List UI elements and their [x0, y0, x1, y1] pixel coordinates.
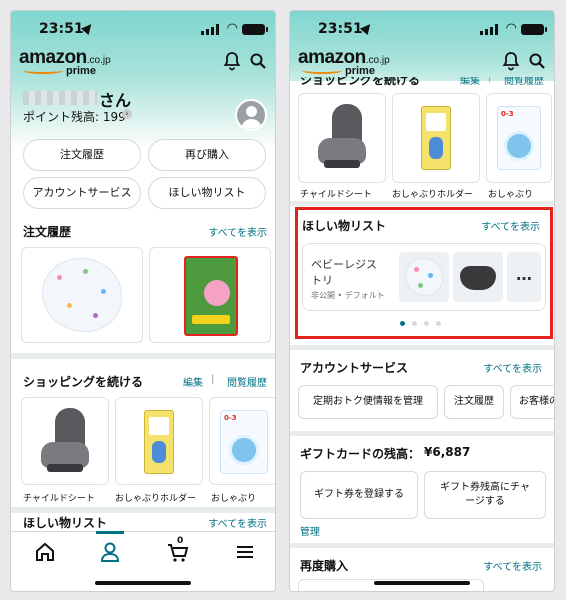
section-divider [290, 345, 554, 350]
game-case-image [184, 256, 238, 336]
shopping-title: ショッピングを続ける [300, 77, 421, 87]
order-item-card[interactable] [149, 247, 271, 343]
quick-button-wishlist[interactable]: ほしい物リスト [148, 177, 266, 209]
shopping-item-card[interactable] [21, 397, 109, 485]
search-icon[interactable] [249, 51, 267, 71]
shopping-history-link[interactable]: 閲覧履歴 [227, 374, 267, 389]
shopping-history-link[interactable]: 閲覧履歴 [504, 77, 544, 87]
quick-button-orders[interactable]: 注文履歴 [23, 139, 141, 171]
avatar[interactable] [235, 99, 267, 131]
amazon-logo[interactable]: amazon.co.jp prime [298, 47, 390, 77]
amazon-logo[interactable]: amazon.co.jp prime [19, 47, 111, 77]
app-bar: amazon.co.jp prime [11, 47, 275, 77]
shopping-item-card[interactable] [392, 93, 480, 183]
bell-icon[interactable] [502, 51, 520, 71]
account-see-all-link[interactable]: すべてを表示 [483, 360, 542, 375]
user-name-blur [23, 91, 97, 105]
pacifier-holder-image [144, 410, 174, 474]
shopping-separator: | [488, 77, 492, 83]
rebuy-title: 再度購入 [300, 559, 349, 573]
shopping-item-caption: おしゃぶり [211, 494, 257, 504]
home-icon[interactable] [33, 540, 57, 564]
wishlist-see-all-link[interactable]: すべてを表示 [208, 515, 267, 530]
highlight-frame [295, 207, 553, 339]
section-divider [290, 431, 554, 436]
shopping-separator: | [211, 374, 215, 385]
scrolled-title-clip: ショッピングを続ける 編集 | 閲覧履歴 [290, 77, 554, 89]
shopping-edit-link[interactable]: 編集 [183, 374, 203, 389]
wifi-icon: ◠ [505, 21, 517, 36]
account-chip-customer[interactable]: お客様の [510, 385, 554, 419]
pacifier-image: 0-3 [497, 106, 541, 170]
account-chip-orders[interactable]: 注文履歴 [444, 385, 504, 419]
shopping-item-caption: おしゃぶりホルダー [115, 494, 197, 504]
orders-see-all-link[interactable]: すべてを表示 [208, 224, 267, 239]
shopping-item-card[interactable] [298, 93, 386, 183]
active-tab-indicator [96, 531, 124, 534]
shopping-item-card[interactable]: 0-3 [209, 397, 275, 485]
status-bar: 23:51 ◠ [290, 19, 554, 39]
bottom-tab-bar: 0 [11, 531, 275, 591]
shopping-item-caption: おしゃぶりホルダー [392, 190, 474, 200]
status-time: 23:51 [318, 21, 363, 37]
shopping-item-card[interactable] [115, 397, 203, 485]
battery-icon [242, 24, 268, 35]
shopping-item-caption: チャイルドシート [300, 190, 372, 200]
section-divider [290, 201, 554, 206]
left-phone-screen: 23:51 ◠ amazon.co.jp prime さん ポイント残高: 19… [10, 10, 276, 592]
account-chip-subscribe[interactable]: 定期おトク便情報を管理 [298, 385, 438, 419]
quick-button-rebuy[interactable]: 再び購入 [148, 139, 266, 171]
giftcard-title: ギフトカードの残高： [300, 447, 421, 461]
shopping-item-caption: チャイルドシート [23, 494, 95, 504]
quick-button-account[interactable]: アカウントサービス [23, 177, 141, 209]
giftcard-amount: ¥6,887 [424, 445, 471, 459]
home-indicator [374, 581, 470, 585]
home-indicator [95, 581, 191, 585]
status-bar: 23:51 ◠ [11, 19, 275, 39]
signal-icon [201, 24, 219, 35]
pacifier-image: 0-3 [220, 410, 268, 474]
logo-prime: prime [345, 65, 375, 77]
menu-icon[interactable] [233, 540, 257, 564]
search-icon[interactable] [528, 51, 546, 71]
child-seat-image [314, 104, 370, 170]
cart-count: 0 [177, 536, 184, 546]
shopping-edit-link[interactable]: 編集 [460, 77, 480, 87]
account-icon[interactable] [98, 540, 122, 564]
logo-prime: prime [66, 65, 96, 77]
status-time: 23:51 [39, 21, 84, 37]
game-character [204, 280, 230, 306]
chevron-right-icon: › [122, 109, 132, 119]
account-title: アカウントサービス [300, 361, 409, 375]
wifi-icon: ◠ [226, 21, 238, 36]
shopping-item-caption: おしゃぶり [488, 190, 534, 200]
logo-smile-icon [23, 67, 63, 74]
shopping-title: ショッピングを続ける [23, 375, 144, 389]
shopping-item-card[interactable]: 0-3 [486, 93, 552, 183]
giftcard-manage-link[interactable]: 管理 [300, 523, 320, 538]
giftcard-charge-label-cont: ージする [465, 496, 505, 507]
giftcard-charge-button[interactable]: ギフト券残高にチャ ージする [424, 471, 546, 519]
game-title-bar [192, 315, 230, 324]
section-divider [11, 507, 275, 513]
section-divider [11, 353, 275, 359]
wishlist-title: ほしい物リスト [23, 516, 108, 530]
giftcard-register-button[interactable]: ギフト券を登録する [300, 471, 418, 519]
logo-smile-icon [302, 67, 342, 74]
app-bar: amazon.co.jp prime [290, 47, 554, 77]
points-balance[interactable]: ポイント残高: 199 [23, 108, 126, 125]
section-divider [290, 543, 554, 548]
orders-title: 注文履歴 [23, 225, 72, 239]
blanket-image [42, 258, 122, 332]
giftcard-charge-label: ギフト券残高にチャ [440, 482, 530, 493]
battery-icon [521, 24, 547, 35]
signal-icon [480, 24, 498, 35]
child-seat-image [37, 408, 93, 474]
rebuy-see-all-link[interactable]: すべてを表示 [483, 558, 542, 573]
pacifier-holder-image [421, 106, 451, 170]
bell-icon[interactable] [223, 51, 241, 71]
order-item-card[interactable] [21, 247, 143, 343]
right-phone-screen: 23:51 ◠ amazon.co.jp prime ショッピングを続ける 編集… [289, 10, 555, 592]
